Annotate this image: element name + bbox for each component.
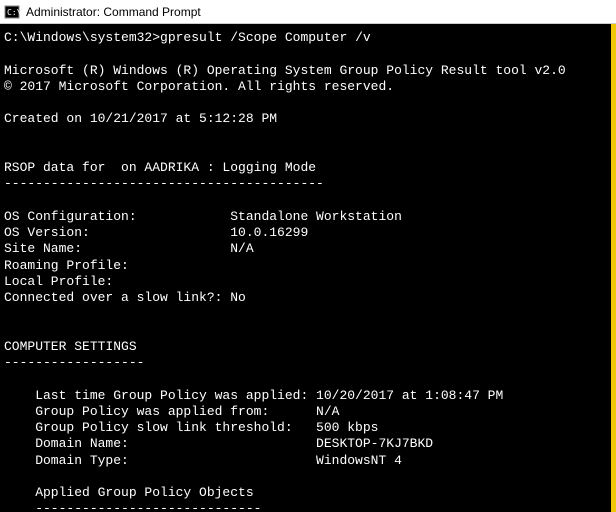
computer-settings-dashes: ------------------ [4,355,144,370]
slow-link: Connected over a slow link?: No [4,290,246,305]
terminal-output[interactable]: C:\Windows\system32>gpresult /Scope Comp… [0,24,616,512]
svg-text:C:\: C:\ [7,8,20,17]
site-name: Site Name: N/A [4,241,254,256]
roaming-profile: Roaming Profile: [4,258,129,273]
titlebar[interactable]: C:\ Administrator: Command Prompt [0,0,616,24]
tool-header-2: © 2017 Microsoft Corporation. All rights… [4,79,394,94]
created-on: Created on ‎10/‎21/‎2017 at 5:12:28 PM [4,111,277,126]
window-title: Administrator: Command Prompt [26,5,201,19]
applied-gpo-header: Applied Group Policy Objects [4,485,254,500]
prompt-path: C:\Windows\system32> [4,30,160,45]
gp-last-applied: Last time Group Policy was applied: 10/2… [4,388,503,403]
computer-settings-header: COMPUTER SETTINGS [4,339,137,354]
cmd-icon: C:\ [4,4,20,20]
tool-header-1: Microsoft (R) Windows (R) Operating Syst… [4,63,566,78]
os-configuration: OS Configuration: Standalone Workstation [4,209,402,224]
os-version: OS Version: 10.0.16299 [4,225,308,240]
applied-gpo-dashes: ----------------------------- [4,501,261,512]
gp-threshold: Group Policy slow link threshold: 500 kb… [4,420,378,435]
rsop-dashes: ----------------------------------------… [4,176,324,191]
rsop-line: RSOP data for on AADRIKA : Logging Mode [4,160,316,175]
gp-applied-from: Group Policy was applied from: N/A [4,404,339,419]
gp-domain-name: Domain Name: DESKTOP-7KJ7BKD [4,436,433,451]
prompt-command: gpresult /Scope Computer /v [160,30,371,45]
local-profile: Local Profile: [4,274,113,289]
gp-domain-type: Domain Type: WindowsNT 4 [4,453,402,468]
